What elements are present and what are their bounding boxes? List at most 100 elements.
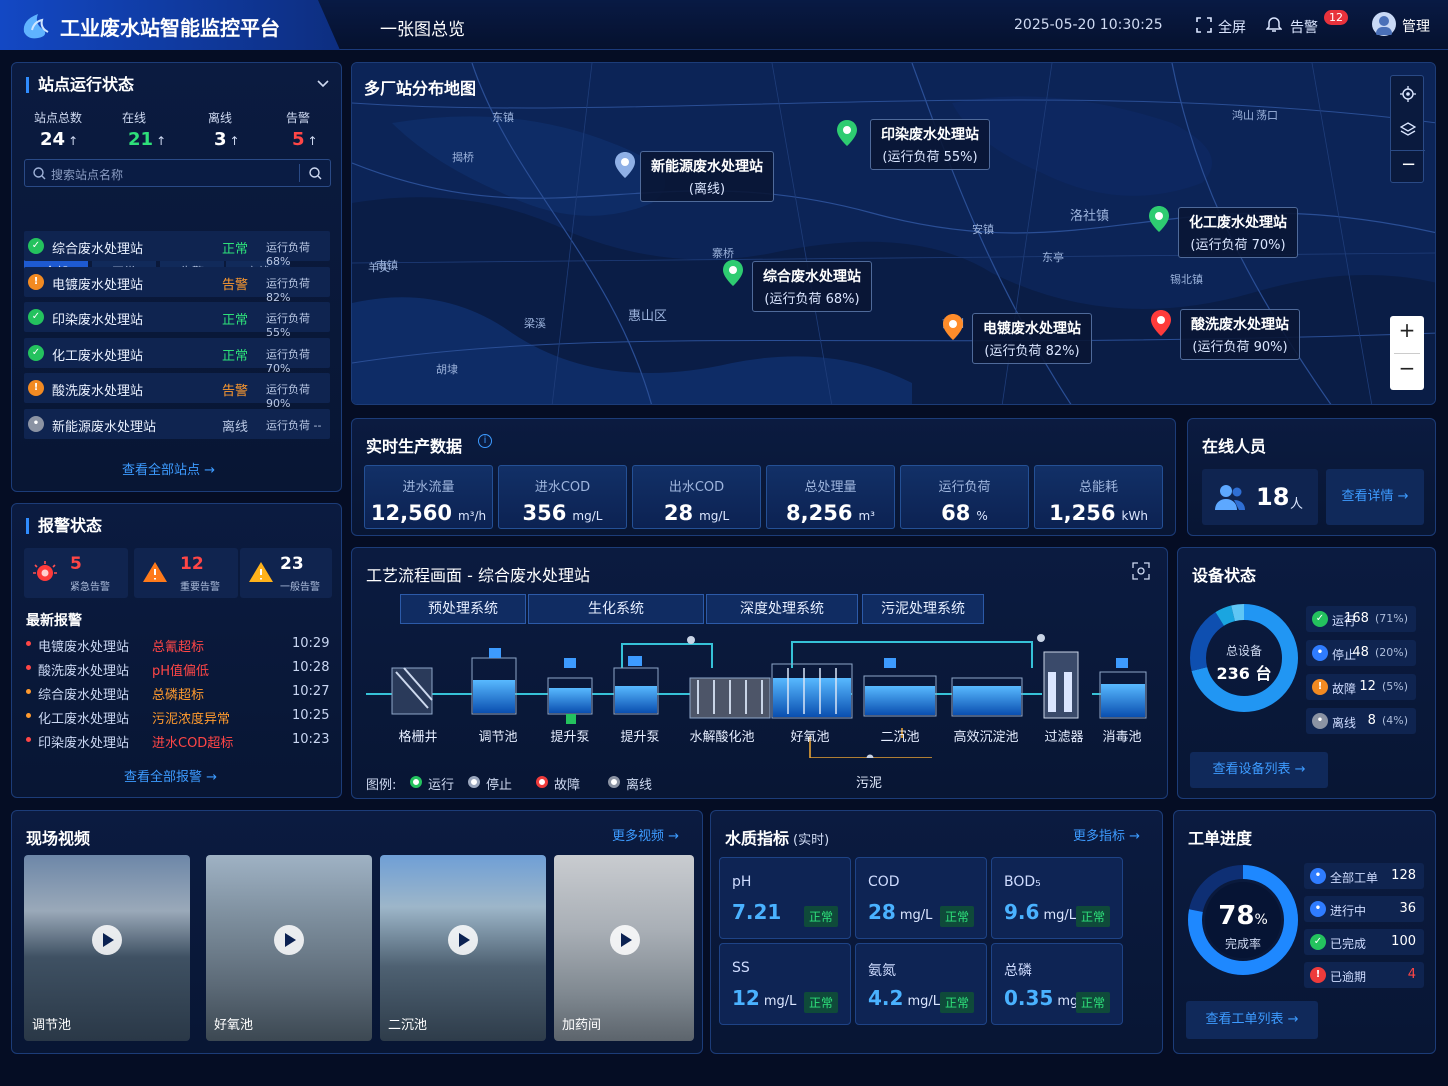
process-unit-label[interactable]: 高效沉淀池: [946, 726, 1026, 745]
view-staff-detail-button[interactable]: 查看详情 →: [1326, 469, 1424, 525]
site-row[interactable]: ! 酸洗废水处理站 告警 运行负荷 90%: [24, 373, 330, 410]
water-quality-card: 总磷 0.35 mg/L 正常: [991, 943, 1123, 1025]
process-unit-label[interactable]: 提升泵: [530, 726, 610, 745]
equipment-status-label: 故障: [1332, 682, 1357, 696]
process-unit-label[interactable]: 好氧池: [770, 726, 850, 745]
work-order-stat[interactable]: ✓ 已完成 100: [1304, 929, 1424, 955]
alarm-bullet: [26, 689, 31, 694]
alarm-item[interactable]: 酸洗废水处理站 pH值偏低 10:28: [26, 660, 329, 680]
search-input[interactable]: 搜索站点名称: [24, 159, 331, 187]
process-unit-label[interactable]: 消毒池: [1082, 726, 1162, 745]
site-row[interactable]: ✓ 化工废水处理站 正常 运行负荷 70%: [24, 337, 330, 375]
station-status: (运行负荷 90%): [1192, 340, 1288, 355]
map-station-callout[interactable]: 新能源废水处理站 (离线): [640, 151, 774, 202]
alarm-level-label: 一般告警: [280, 582, 320, 593]
equipment-legend-item[interactable]: • 停止 48 (20%): [1306, 640, 1416, 666]
indicator-name: COD: [868, 874, 900, 890]
layers-icon[interactable]: [1400, 121, 1416, 137]
info-icon[interactable]: i: [478, 434, 492, 448]
site-row[interactable]: ✓ 印染废水处理站 正常 运行负荷 55%: [24, 302, 330, 339]
equipment-legend-item[interactable]: • 离线 8 (4%): [1306, 708, 1416, 734]
kpi-card: 总处理量 8,256 m³: [766, 465, 895, 529]
process-flow-panel: 工艺流程画面 - 综合废水处理站 预处理系统 生化系统 深度处理系统 污泥处理系统 格…: [351, 547, 1168, 799]
view-all-sites-link[interactable]: 查看全部站点 →: [122, 459, 242, 478]
zoom-in-button[interactable]: +: [1390, 318, 1424, 342]
view-work-order-list-button[interactable]: 查看工单列表 →: [1186, 1001, 1318, 1039]
process-unit-label[interactable]: 二沉池: [860, 726, 940, 745]
play-icon[interactable]: [92, 925, 122, 955]
zoom-reset-button[interactable]: −: [1401, 154, 1416, 175]
equipment-legend-item[interactable]: ✓ 运行 168 (71%): [1306, 606, 1416, 632]
more-indicators-link[interactable]: 更多指标 →: [1073, 825, 1140, 844]
site-name: 电镀废水处理站: [52, 277, 144, 293]
alarm-content: 污泥浓度异常: [152, 712, 231, 727]
alarm-item[interactable]: 化工废水处理站 污泥浓度异常 10:25: [26, 708, 329, 728]
process-unit-label[interactable]: 水解酸化池: [682, 726, 762, 745]
process-unit-label[interactable]: 格栅井: [378, 726, 458, 745]
process-unit-label[interactable]: 调节池: [458, 726, 538, 745]
alarm-button[interactable]: 告警 12: [1266, 10, 1350, 36]
screenshot-icon[interactable]: [1132, 562, 1150, 580]
alarm-count-badge: 12: [1324, 10, 1348, 25]
more-videos-link[interactable]: 更多视频 →: [612, 825, 679, 844]
map-pin-icon[interactable]: [614, 151, 636, 179]
fullscreen-button[interactable]: 全屏: [1196, 14, 1252, 36]
map-pin-icon[interactable]: [836, 119, 858, 147]
site-row[interactable]: ! 电镀废水处理站 告警 运行负荷 82%: [24, 266, 330, 304]
video-tile[interactable]: 加药间: [554, 855, 694, 1041]
equipment-legend-item[interactable]: ! 故障 12 (5%): [1306, 674, 1416, 700]
alarm-item[interactable]: 印染废水处理站 进水COD超标 10:23: [26, 732, 329, 752]
site-row[interactable]: ✓ 综合废水处理站 正常 运行负荷 68%: [24, 231, 330, 268]
locate-icon[interactable]: [1400, 86, 1416, 102]
play-icon[interactable]: [448, 925, 478, 955]
kpi-unit: mg/L: [699, 509, 730, 523]
site-load: 运行负荷 90%: [266, 383, 310, 410]
alarm-level-card[interactable]: 12 重要告警: [134, 548, 238, 598]
process-unit-label[interactable]: 提升泵: [600, 726, 680, 745]
video-tile[interactable]: 调节池: [24, 855, 190, 1041]
work-order-stat[interactable]: • 进行中 36: [1304, 896, 1424, 922]
view-all-alarms-link[interactable]: 查看全部报警 →: [124, 766, 244, 785]
system-tab[interactable]: 预处理系统: [400, 594, 526, 624]
map-station-callout[interactable]: 电镀废水处理站 (运行负荷 82%): [972, 313, 1092, 364]
alarm-item[interactable]: 电镀废水处理站 总氰超标 10:29: [26, 636, 329, 656]
completion-rate-label: 完成率: [1224, 937, 1261, 951]
map-pin-icon[interactable]: [942, 313, 964, 341]
equipment-status-value: 12 (5%): [1359, 679, 1408, 694]
top-bar: 工业废水站智能监控平台 一张图总览 2025-05-20 10:30:25 全屏…: [0, 0, 1448, 50]
user-name[interactable]: 管理: [1402, 16, 1430, 36]
avatar[interactable]: [1372, 12, 1396, 36]
map-station-callout[interactable]: 化工废水处理站 (运行负荷 70%): [1178, 207, 1298, 258]
video-tile[interactable]: 好氧池: [206, 855, 372, 1041]
map-pin-icon[interactable]: [1148, 205, 1170, 233]
zoom-out-button[interactable]: −: [1390, 356, 1424, 380]
system-tab[interactable]: 深度处理系统: [706, 594, 858, 624]
map-station-callout[interactable]: 综合废水处理站 (运行负荷 68%): [752, 261, 872, 312]
play-icon[interactable]: [610, 925, 640, 955]
chevron-down-icon[interactable]: [316, 79, 330, 89]
system-tab[interactable]: 生化系统: [528, 594, 704, 624]
map-station-callout[interactable]: 印染废水处理站 (运行负荷 55%): [870, 119, 990, 170]
map-station-callout[interactable]: 酸洗废水处理站 (运行负荷 90%): [1180, 309, 1300, 360]
alarm-item[interactable]: 综合废水处理站 总磷超标 10:27: [26, 684, 329, 704]
site-row[interactable]: • 新能源废水处理站 离线 运行负荷 --: [24, 408, 330, 439]
map-pin-icon[interactable]: [1150, 309, 1172, 337]
grille-tank: [391, 667, 433, 715]
alarm-level-count: 5: [70, 554, 82, 574]
search-submit-icon[interactable]: [309, 167, 322, 180]
video-tile[interactable]: 二沉池: [380, 855, 546, 1041]
view-equipment-list-label: 查看设备列表: [1212, 762, 1291, 777]
view-equipment-list-button[interactable]: 查看设备列表 →: [1190, 752, 1328, 788]
map-pin-icon[interactable]: [722, 259, 744, 287]
alarm-level-card[interactable]: 5 紧急告警: [24, 548, 128, 598]
alarm-level-card[interactable]: 23 一般告警: [240, 548, 332, 598]
work-order-stat[interactable]: ! 已逾期 4: [1304, 962, 1424, 988]
system-tab[interactable]: 污泥处理系统: [862, 594, 984, 624]
alarm-bullet: [26, 737, 31, 742]
work-order-stat[interactable]: • 全部工单 128: [1304, 863, 1424, 889]
legend-dot-icon: [410, 776, 422, 788]
legend-label: 故障: [554, 778, 581, 793]
play-icon[interactable]: [274, 925, 304, 955]
alarm-station: 化工废水处理站: [38, 712, 130, 727]
fullscreen-label: 全屏: [1218, 20, 1246, 36]
